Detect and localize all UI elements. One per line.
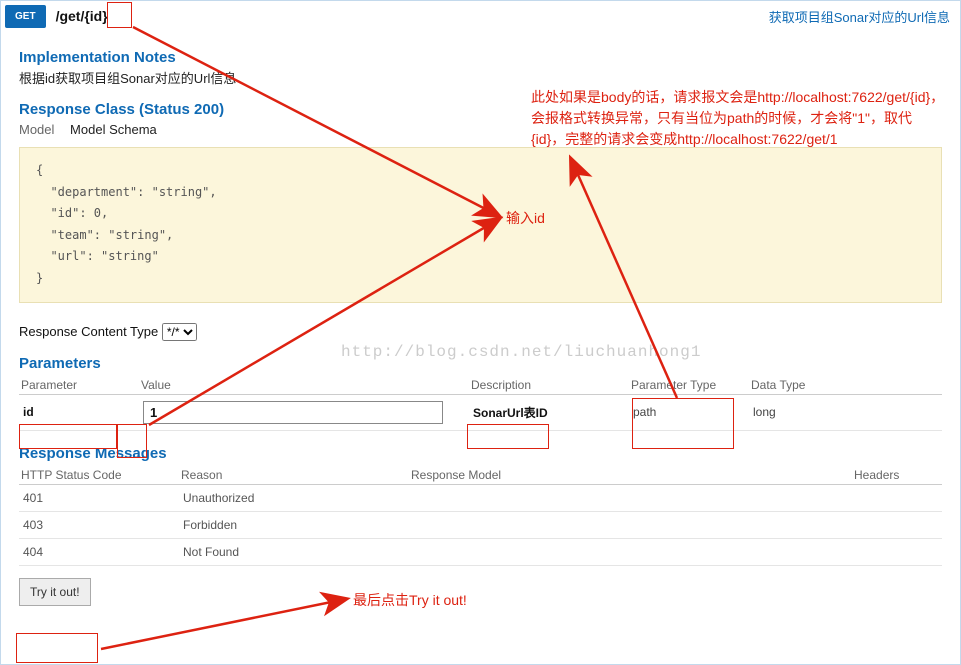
resp-reason: Not Found: [179, 538, 409, 565]
parameters-heading: Parameters: [19, 355, 942, 372]
param-description: SonarUrl表ID: [469, 394, 629, 430]
param-value-input[interactable]: [143, 401, 443, 424]
table-row: 403 Forbidden: [19, 511, 942, 538]
param-name: id: [19, 394, 139, 430]
http-method-badge: GET: [5, 5, 46, 28]
response-content-type-select[interactable]: */*: [162, 323, 197, 341]
resp-code: 401: [19, 484, 179, 511]
table-row: id SonarUrl表ID path long: [19, 394, 942, 430]
table-row: 404 Not Found: [19, 538, 942, 565]
tab-model[interactable]: Model: [19, 122, 54, 137]
resp-code: 403: [19, 511, 179, 538]
param-type: path: [629, 394, 749, 430]
resp-code: 404: [19, 538, 179, 565]
col-ptype: Parameter Type: [629, 374, 749, 395]
col-response-model: Response Model: [409, 464, 852, 485]
swagger-operation-panel: GET /get/{id} 获取项目组Sonar对应的Url信息 Impleme…: [0, 0, 961, 665]
endpoint-path: /get/{id}: [56, 8, 108, 24]
col-reason: Reason: [179, 464, 409, 485]
annotation-box-try-button: [16, 633, 98, 663]
tab-model-schema[interactable]: Model Schema: [70, 122, 157, 137]
table-row: 401 Unauthorized: [19, 484, 942, 511]
response-messages-heading: Response Messages: [19, 445, 942, 462]
operation-header[interactable]: GET /get/{id} 获取项目组Sonar对应的Url信息: [1, 1, 960, 31]
resp-reason: Unauthorized: [179, 484, 409, 511]
col-dtype: Data Type: [749, 374, 942, 395]
resp-reason: Forbidden: [179, 511, 409, 538]
response-class-heading: Response Class (Status 200): [19, 101, 942, 118]
implementation-notes-heading: Implementation Notes: [19, 49, 942, 66]
operation-summary: 获取项目组Sonar对应的Url信息: [769, 7, 950, 26]
param-datatype: long: [749, 394, 942, 430]
col-status-code: HTTP Status Code: [19, 464, 179, 485]
col-description: Description: [469, 374, 629, 395]
response-messages-table: HTTP Status Code Reason Response Model H…: [19, 464, 942, 566]
implementation-notes-text: 根据id获取项目组Sonar对应的Url信息: [19, 68, 942, 87]
parameters-table: Parameter Value Description Parameter Ty…: [19, 374, 942, 431]
col-headers: Headers: [852, 464, 942, 485]
model-schema-box[interactable]: { "department": "string", "id": 0, "team…: [19, 147, 942, 303]
response-content-type-label: Response Content Type: [19, 324, 158, 339]
col-value: Value: [139, 374, 469, 395]
try-it-out-button[interactable]: Try it out!: [19, 578, 91, 606]
col-parameter: Parameter: [19, 374, 139, 395]
